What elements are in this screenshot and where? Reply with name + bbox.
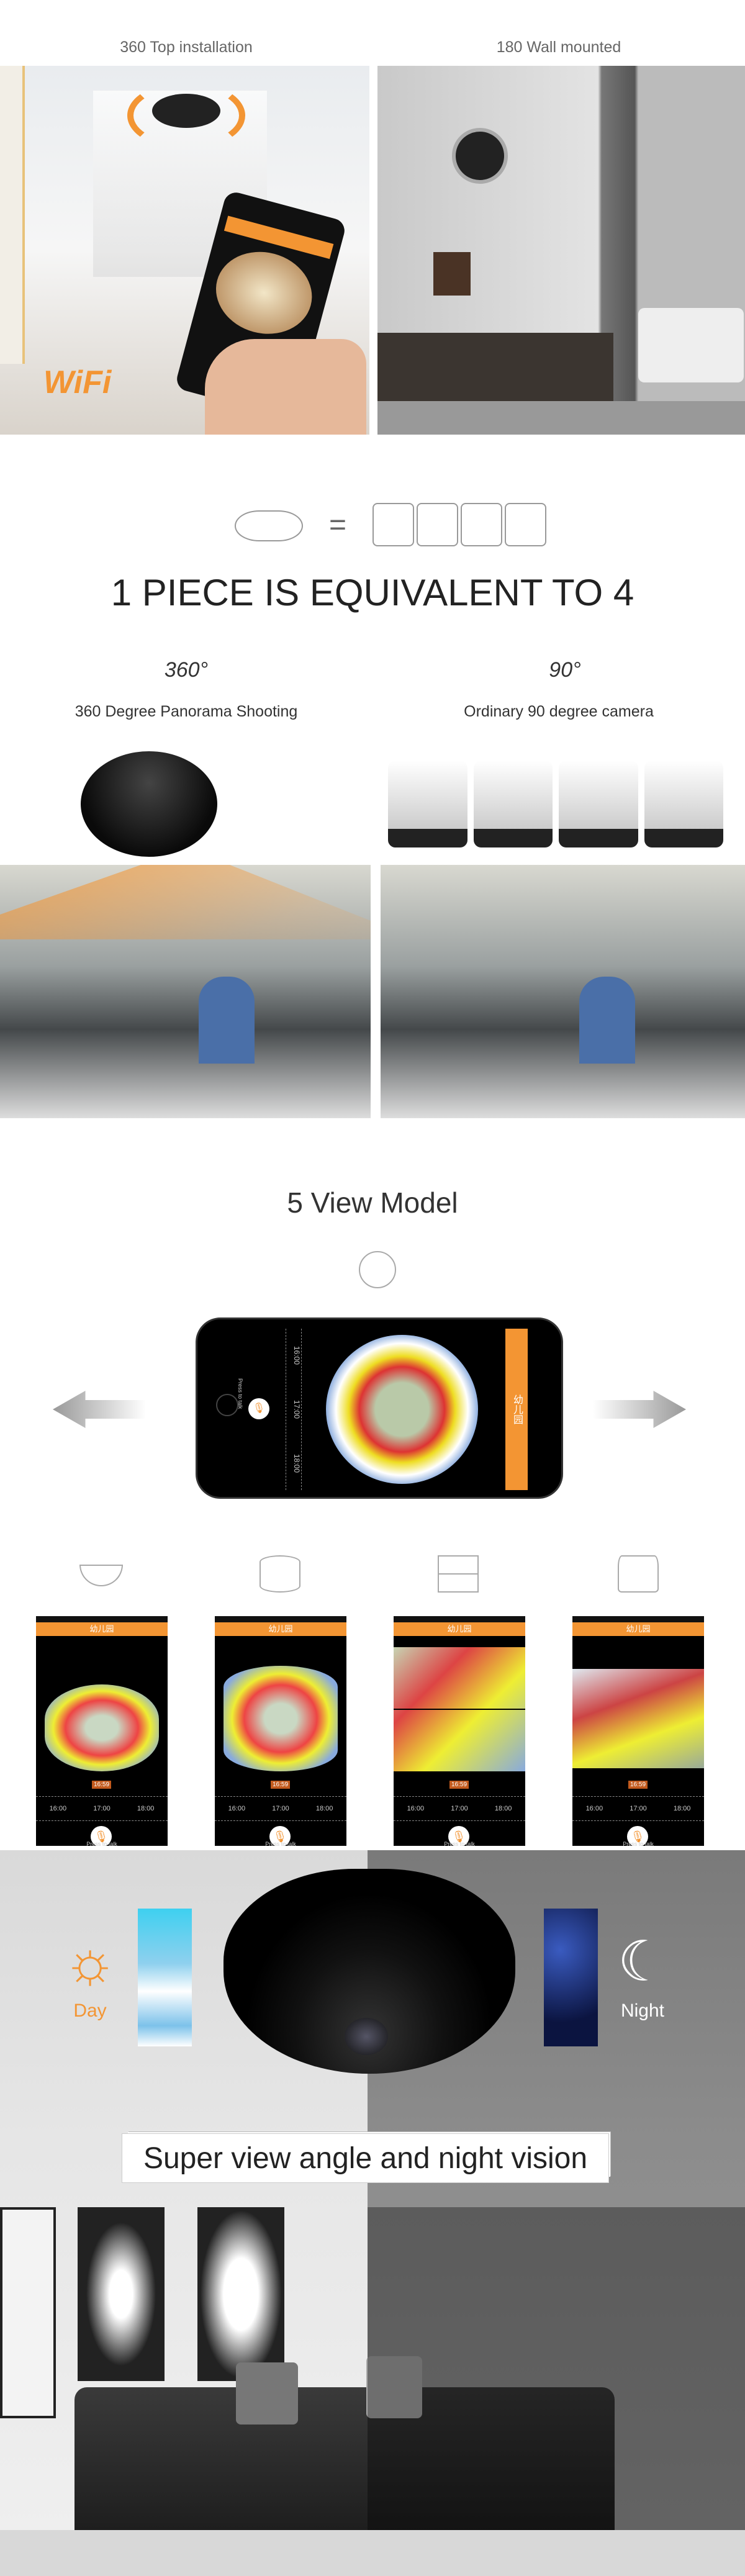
talk-label: Press to talk [623,1841,654,1847]
current-time: 16:59 [271,1781,291,1789]
bowl-view-icon[interactable] [79,1565,123,1586]
app-header: 幼儿园 [394,1622,525,1636]
day-label: Day [73,2000,107,2021]
dome-camera-image [224,1869,515,2074]
wifi-logo: WiFi [43,364,112,400]
fisheye-feed [326,1335,478,1484]
feature-banner: Super view angle and night vision [122,2133,609,2183]
living-room-photo [0,2207,745,2576]
app-header: 幼儿园 [215,1622,346,1636]
current-time: 16:59 [628,1781,648,1789]
fisheye-view-icon[interactable] [359,1251,396,1288]
night-label: Night [620,2000,665,2021]
swipe-left-arrow [53,1391,146,1428]
cylinder-view-icon[interactable] [260,1555,300,1593]
top-installation-label: 360 Top installation [120,38,253,56]
quad-split-view-icon[interactable] [438,1555,479,1593]
talk-label: Press to talk [237,1378,243,1409]
office-panorama-photo [0,865,371,1118]
app-screen-bowl: 幼儿园 16:59 16:00 17:00 18:00 🎙 Press to talk [36,1616,168,1847]
ceiling-install-photo: WiFi [0,66,369,435]
timeline-label: 16:00 [292,1346,301,1365]
app-screen-cylinder: 幼儿园 16:59 16:00 17:00 18:00 🎙 Press to talk [215,1616,346,1847]
ordinary-caption: Ordinary 90 degree camera [464,703,654,720]
talk-label: Press to talk [265,1841,296,1847]
90-degree-icon: 90° [549,658,581,682]
panorama-caption: 360 Degree Panorama Shooting [74,703,298,720]
home-button [216,1394,238,1416]
equivalence-headline: 1 PIECE IS EQUIVALENT TO 4 [111,572,634,613]
talk-label: Press to talk [86,1841,117,1847]
starry-strip [544,1909,598,2046]
equals-sign: = [329,508,347,541]
dome-camera-outline-icon [235,510,303,541]
current-time: 16:59 [92,1781,112,1789]
current-time: 16:59 [449,1781,469,1789]
panorama-view-icon[interactable] [618,1555,659,1593]
app-header: 幼儿园 [36,1622,168,1636]
office-ordinary-photo [381,865,745,1118]
wall-install-photo [377,66,745,435]
app-screen-quad: 幼儿园 16:59 16:00 17:00 18:00 🎙 Press to talk [394,1616,525,1847]
view-model-title: 5 View Model [287,1186,458,1219]
sky-strip [138,1909,192,2046]
app-header: 幼儿园 [505,1329,528,1490]
app-header: 幼儿园 [572,1622,704,1636]
talk-button[interactable]: 🎙 [248,1398,269,1419]
panoramic-camera-image [81,751,217,857]
moon-icon: ☾ [617,1931,668,1993]
sun-icon: ☼ [63,1928,117,1995]
landscape-phone: 幼儿园 16:00 17:00 18:00 🎙 Press to talk [196,1317,563,1499]
timeline-label: 17:00 [292,1399,301,1419]
timeline[interactable]: 16:00 17:00 18:00 [286,1329,302,1490]
bullet-cameras-image [388,761,723,847]
360-rotation-icon: 360° [164,658,209,682]
banner-text: Super view angle and night vision [143,2141,588,2175]
bullet-cameras-outline-icon [372,503,546,546]
wall-mounted-label: 180 Wall mounted [496,38,621,56]
timeline-label: 18:00 [292,1453,301,1473]
swipe-right-arrow [593,1391,686,1428]
talk-label: Press to talk [444,1841,475,1847]
app-screen-panorama: 幼儿园 16:59 16:00 17:00 18:00 🎙 Press to talk [572,1616,704,1847]
